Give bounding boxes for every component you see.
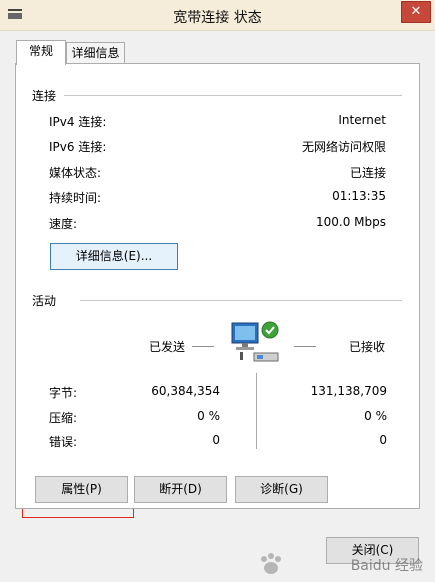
errors-sent-value: 0 <box>212 433 220 447</box>
activity-divider <box>80 300 402 301</box>
compression-sent-value: 0 % <box>197 409 220 423</box>
window-title: 宽带连接 状态 <box>173 10 262 26</box>
errors-label: 错误: <box>49 435 78 449</box>
watermark-text: Baidu 经验 <box>350 558 423 574</box>
network-connected-icon <box>231 321 279 362</box>
connection-section-title: 连接 <box>32 89 57 103</box>
general-panel: 连接 IPv4 连接: Internet IPv6 连接: 无网络访问权限 媒体… <box>15 63 420 509</box>
speed-value: 100.0 Mbps <box>315 215 386 229</box>
received-label: 已接收 <box>349 340 386 354</box>
window-close-button[interactable]: ✕ <box>401 1 431 23</box>
duration-label: 持续时间: <box>49 191 102 205</box>
errors-received-value: 0 <box>379 433 387 447</box>
duration-value: 01:13:35 <box>332 189 386 203</box>
compression-label: 压缩: <box>49 411 78 425</box>
speed-label: 速度: <box>49 217 78 231</box>
media-state-value: 已连接 <box>349 166 386 180</box>
watermark-paw-icon <box>261 553 281 574</box>
ipv6-label: IPv6 连接: <box>49 140 107 154</box>
ipv4-value: Internet <box>338 113 386 127</box>
tab-general[interactable]: 常规 <box>16 40 66 65</box>
tab-details[interactable]: 详细信息 <box>66 42 125 65</box>
sent-label: 已发送 <box>149 340 186 354</box>
activity-section-title: 活动 <box>32 294 57 308</box>
bytes-label: 字节: <box>49 386 78 400</box>
connection-divider <box>64 95 402 96</box>
diagnose-button[interactable]: 诊断(G) <box>235 476 328 503</box>
details-button[interactable]: 详细信息(E)... <box>50 243 178 270</box>
compression-received-value: 0 % <box>364 409 387 423</box>
ipv6-value: 无网络访问权限 <box>301 140 386 154</box>
ipv4-label: IPv4 连接: <box>49 115 107 129</box>
disable-button[interactable]: 断开(D) <box>134 476 227 503</box>
media-state-label: 媒体状态: <box>49 166 102 180</box>
properties-button[interactable]: 属性(P) <box>35 476 128 503</box>
bytes-received-value: 131,138,709 <box>310 384 387 398</box>
sent-connector-line <box>192 346 214 347</box>
received-connector-line <box>294 346 316 347</box>
bytes-sent-value: 60,384,354 <box>151 384 220 398</box>
title-bar: 宽带连接 状态 ✕ <box>0 0 435 31</box>
activity-column-divider <box>256 373 257 449</box>
